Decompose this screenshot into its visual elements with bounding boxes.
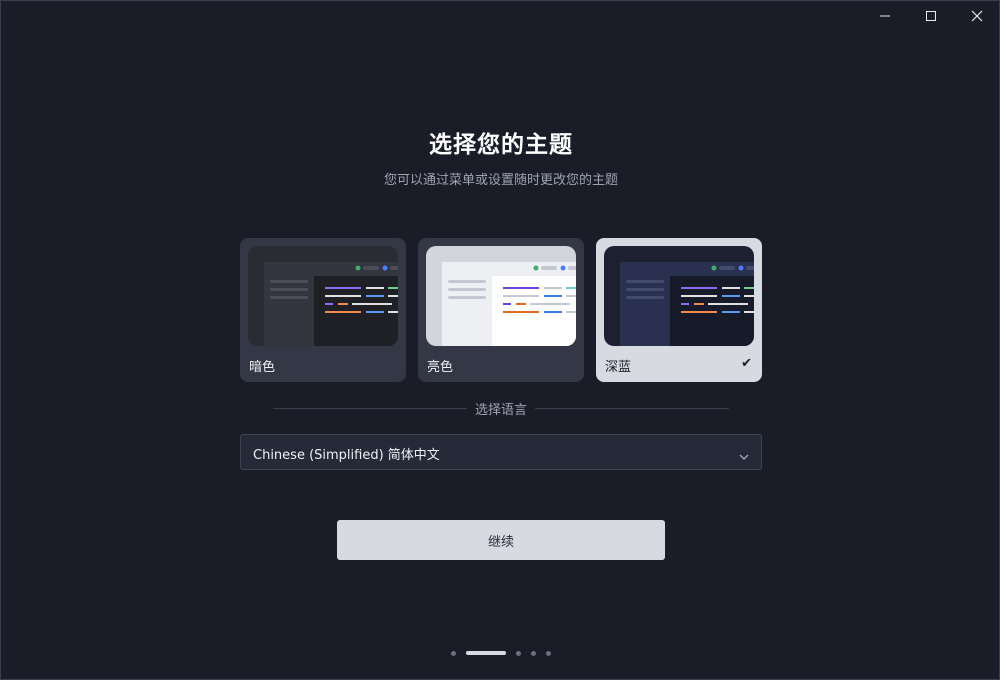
close-button[interactable] [957,5,997,27]
pagination-dot[interactable] [516,651,521,656]
theme-label-light: 亮色 [427,360,454,375]
minimize-icon [880,15,890,17]
pagination-dot[interactable] [451,651,456,656]
app-window: 选择您的主题 您可以通过菜单或设置随时更改您的主题 暗色 亮色 深蓝 ✔ 选择语… [0,0,1000,680]
page-subtitle: 您可以通过菜单或设置随时更改您的主题 [383,173,618,188]
close-icon [971,10,983,22]
theme-preview-dark [248,246,398,346]
theme-card-navy[interactable]: 深蓝 ✔ [596,238,762,382]
theme-preview-light [426,246,576,346]
divider-line-left [273,407,467,409]
chevron-down-icon [739,447,749,466]
theme-card-light[interactable]: 亮色 [418,238,584,382]
continue-button[interactable]: 继续 [337,520,665,560]
language-selected-value: Chinese (Simplified) 简体中文 [253,448,440,463]
page-title: 选择您的主题 [429,132,573,158]
theme-card-dark[interactable]: 暗色 [240,238,406,382]
pagination-dot[interactable] [531,651,536,656]
theme-label-navy: 深蓝 [605,360,632,375]
theme-label-dark: 暗色 [249,360,276,375]
checkmark-icon: ✔ [741,356,752,371]
pagination-dot[interactable] [466,651,506,655]
divider-line-right [535,407,730,409]
language-select[interactable]: Chinese (Simplified) 简体中文 [240,434,762,470]
maximize-icon [926,11,936,21]
pagination-dot[interactable] [546,651,551,656]
maximize-button[interactable] [911,5,951,27]
language-section-label: 选择语言 [475,402,528,418]
language-divider: 选择语言 [273,399,730,418]
minimize-button[interactable] [865,5,905,27]
theme-preview-navy [604,246,754,346]
